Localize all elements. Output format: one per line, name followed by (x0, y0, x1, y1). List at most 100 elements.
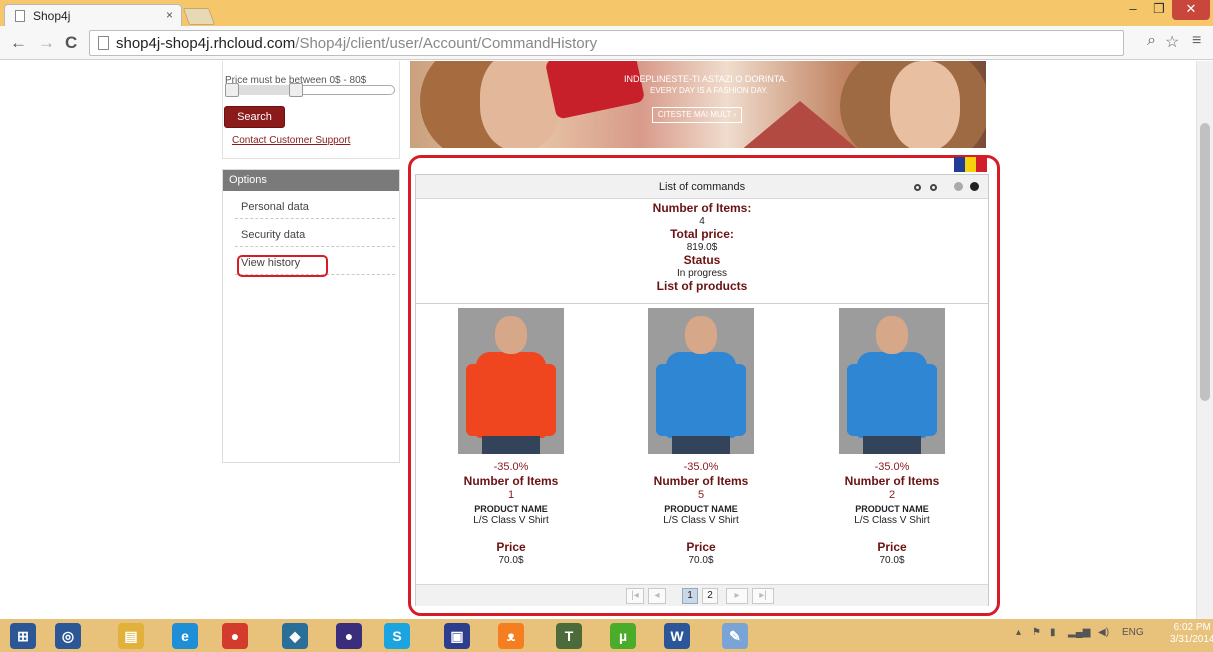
product-items-label: Number of Items (463, 474, 559, 488)
paint-icon[interactable]: ✎ (722, 623, 748, 649)
product-items-value: 1 (507, 489, 515, 501)
total-price-label: Total price: (670, 227, 734, 241)
status-label: Status (683, 253, 721, 267)
clock-date: 3/31/2014 (1170, 634, 1213, 645)
product-name-label: PRODUCT NAME (855, 504, 929, 514)
system-clock[interactable]: 6:02 PM 3/31/2014 (1170, 622, 1213, 646)
page-2-button[interactable]: 2 (702, 588, 718, 604)
option-security-data[interactable]: Security data (235, 225, 395, 247)
product-image[interactable] (839, 308, 945, 454)
shirt-body (857, 352, 927, 438)
file-explorer-icon[interactable]: ▤ (118, 623, 144, 649)
language-indicator[interactable]: ENG (1122, 627, 1144, 638)
volume-icon[interactable]: ◀) (1098, 627, 1109, 638)
commands-panel: List of commands Number of Items: 4 Tota… (415, 174, 989, 606)
model-jeans (482, 436, 540, 454)
circle-app-icon[interactable]: ◎ (55, 623, 81, 649)
prev-page-button[interactable]: ◂ (648, 588, 666, 604)
pagination: |◂ ◂ 1 2 ▸ ▸| (416, 584, 988, 606)
panel-minimize-icon[interactable] (954, 182, 963, 191)
reload-icon[interactable]: C (65, 33, 77, 53)
windows-start-icon[interactable]: ⊞ (10, 623, 36, 649)
highlight-annotation (237, 255, 328, 277)
price-slider-min-handle[interactable] (225, 83, 239, 97)
options-header: Options (223, 170, 399, 191)
internet-explorer-icon[interactable]: e (172, 623, 198, 649)
panel-control-icon[interactable] (914, 184, 921, 191)
banner-model-right-face (890, 61, 960, 148)
utorrent-icon[interactable]: µ (610, 623, 636, 649)
options-panel: Options Personal data Security data View… (222, 169, 400, 463)
panel-control-icon[interactable] (930, 184, 937, 191)
product-items-label: Number of Items (844, 474, 940, 488)
product-card: -35.0% Number of Items 5 PRODUCT NAME L/… (606, 308, 796, 567)
maximize-button[interactable]: ❐ (1146, 0, 1172, 20)
menu-icon[interactable]: ≡ (1192, 32, 1201, 50)
battery-icon[interactable]: ▮ (1050, 627, 1056, 638)
tab-title: Shop4j (33, 9, 71, 23)
divider (416, 303, 988, 304)
price-slider-max-handle[interactable] (289, 83, 303, 97)
zoom-icon[interactable]: ⌕ (1147, 32, 1156, 50)
number-of-items-label: Number of Items: (652, 201, 752, 215)
new-tab-button[interactable] (182, 8, 216, 25)
shirt-body (666, 352, 736, 438)
product-name-label: PRODUCT NAME (664, 504, 738, 514)
minimize-button[interactable]: – (1120, 0, 1146, 20)
texmaker-icon[interactable]: T (556, 623, 582, 649)
model-head (685, 316, 717, 354)
close-window-button[interactable]: ✕ (1172, 0, 1210, 20)
shirt-body (476, 352, 546, 438)
page-1-button[interactable]: 1 (682, 588, 698, 604)
network-signal-icon[interactable]: ▂▄▆ (1068, 627, 1090, 638)
model-jeans (672, 436, 730, 454)
product-price-label: Price (877, 540, 907, 554)
product-name: L/S Class V Shirt (473, 515, 549, 526)
language-flag-icon[interactable] (954, 157, 987, 172)
product-price-value: 70.0$ (688, 555, 714, 566)
tab-close-icon[interactable]: × (166, 8, 173, 22)
save-app-icon[interactable]: ▣ (444, 623, 470, 649)
chrome-icon[interactable]: ● (222, 623, 248, 649)
action-center-flag-icon[interactable]: ⚑ (1032, 627, 1041, 638)
next-page-button[interactable]: ▸ (726, 588, 748, 604)
banner-cta-button[interactable]: CITESTE MAI MULT › (652, 107, 742, 123)
bookmark-star-icon[interactable]: ☆ (1165, 32, 1179, 52)
address-bar[interactable]: shop4j-shop4j.rhcloud.com/Shop4j/client/… (89, 30, 1124, 56)
option-personal-data[interactable]: Personal data (235, 197, 395, 219)
word-icon[interactable]: W (664, 623, 690, 649)
product-price-value: 70.0$ (879, 555, 905, 566)
last-page-button[interactable]: ▸| (752, 588, 774, 604)
search-button[interactable]: Search (224, 106, 285, 128)
windows-taskbar: ⊞ ◎ ▤ e ● ◆ ● S ▣ ᴥ Tµ W ✎ ▴ ⚑ ▮ ▂▄▆ ◀) ENG 6:02 PM … (0, 619, 1213, 652)
product-price-value: 70.0$ (498, 555, 524, 566)
mysql-workbench-icon[interactable]: ◆ (282, 623, 308, 649)
browser-titlebar: Shop4j × – ❐ ✕ (0, 0, 1213, 26)
xampp-icon[interactable]: ᴥ (498, 623, 524, 649)
first-page-button[interactable]: |◂ (626, 588, 644, 604)
product-discount: -35.0% (493, 461, 529, 473)
flag-stripe (976, 157, 987, 172)
price-filter-box: Price must be between 0$ - 80$ Search Co… (222, 61, 400, 159)
price-slider[interactable] (225, 83, 395, 97)
contact-support-link[interactable]: Contact Customer Support (232, 135, 350, 146)
product-image[interactable] (458, 308, 564, 454)
page-icon (15, 10, 25, 22)
panel-close-icon[interactable] (970, 182, 979, 191)
promo-banner[interactable]: INDEPLINESTE-TI ASTAZI O DORINTA. EVERY … (410, 61, 986, 148)
panel-title: List of commands (658, 181, 746, 193)
page-content: Price must be between 0$ - 80$ Search Co… (0, 61, 1213, 619)
product-name: L/S Class V Shirt (663, 515, 739, 526)
back-arrow-icon[interactable]: ← (10, 33, 27, 53)
page-scrollbar[interactable] (1196, 61, 1213, 619)
model-jeans (863, 436, 921, 454)
tray-up-arrow-icon[interactable]: ▴ (1016, 627, 1021, 638)
order-summary: Number of Items: 4 Total price: 819.0$ S… (416, 202, 988, 293)
skype-icon[interactable]: S (384, 623, 410, 649)
browser-tab[interactable]: Shop4j × (4, 4, 182, 26)
forward-arrow-icon[interactable]: → (38, 33, 55, 53)
product-price-label: Price (496, 540, 526, 554)
product-image[interactable] (648, 308, 754, 454)
scrollbar-thumb[interactable] (1200, 123, 1210, 401)
eclipse-icon[interactable]: ● (336, 623, 362, 649)
